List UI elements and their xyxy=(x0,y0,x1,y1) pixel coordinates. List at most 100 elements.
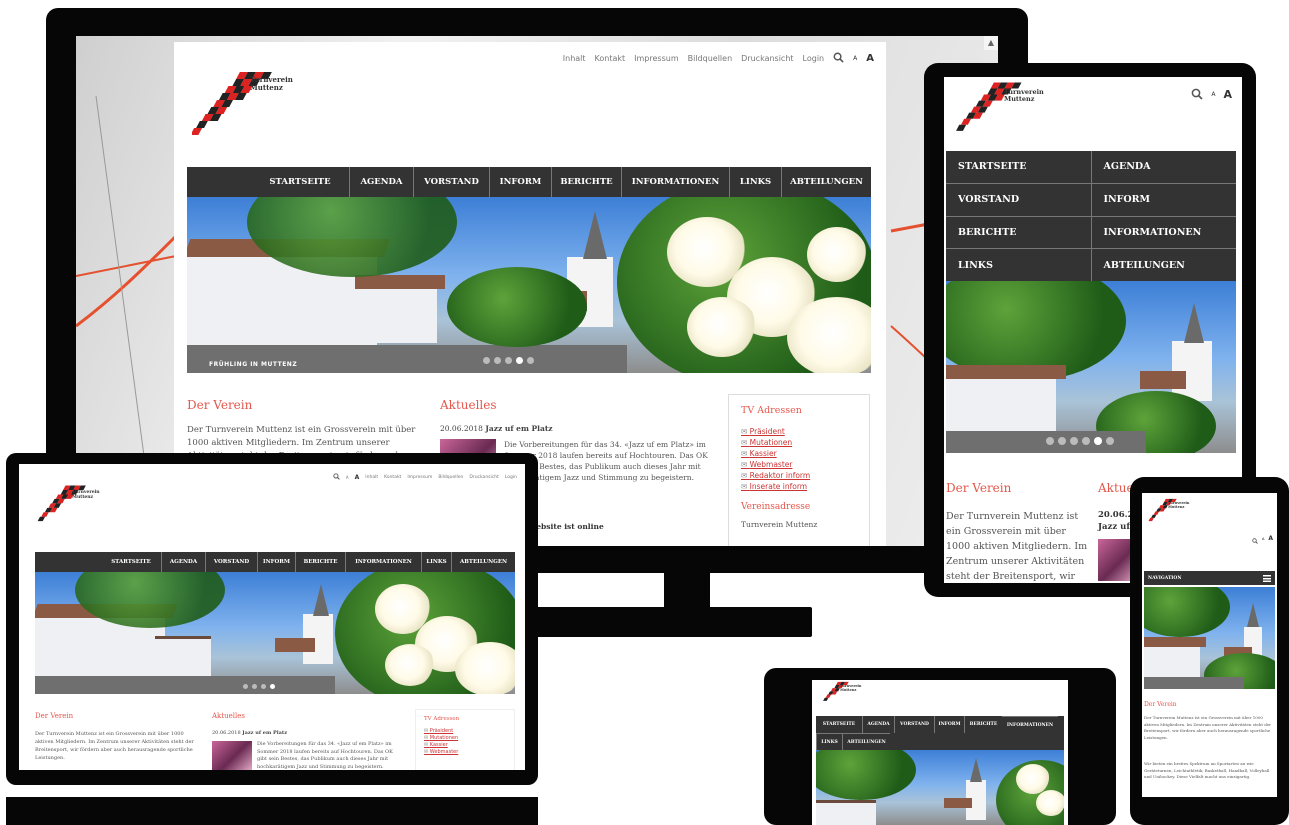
navigation-label: NAVIGATION xyxy=(1148,575,1182,581)
aktuelles-date: 20.06.2018 Jazz uf em Platz xyxy=(212,730,288,736)
search-icon[interactable] xyxy=(833,52,844,65)
sidebar-link-mutationen[interactable]: ✉ Mutationen xyxy=(424,735,506,742)
nav-links[interactable]: LINKS xyxy=(421,552,451,572)
topnav-kontakt[interactable]: Kontakt xyxy=(384,475,401,480)
search-icon[interactable] xyxy=(1191,85,1203,104)
slider-dots[interactable] xyxy=(243,684,275,689)
tablet-landscape-logo[interactable]: Turnverein Muttenz xyxy=(816,680,866,720)
sidebar-link-kassier[interactable]: ✉ Kassier xyxy=(424,742,506,749)
sidebar-title: TV Adressen xyxy=(424,716,460,722)
nav-berichte[interactable]: BERICHTE xyxy=(295,552,345,572)
nav-abteilungen[interactable]: ABTEILUNGEN xyxy=(1091,249,1236,281)
nav-agenda[interactable]: AGENDA xyxy=(1091,151,1236,183)
nav-informationen[interactable]: INFORMATIONEN xyxy=(621,167,729,197)
sidebar-link-webmaster[interactable]: ✉ Webmaster xyxy=(741,459,857,470)
logo-text: Turnverein Muttenz xyxy=(1168,501,1190,509)
nav-berichte[interactable]: BERICHTE xyxy=(946,216,1091,249)
nav-startseite[interactable]: STARTSEITE xyxy=(101,552,161,572)
nav-vorstand[interactable]: VORSTAND xyxy=(205,552,257,572)
laptop-hero-image xyxy=(35,572,515,694)
font-decrease-button[interactable]: A xyxy=(1211,91,1215,98)
slider-dots[interactable] xyxy=(483,357,534,364)
nav-vorstand[interactable]: VORSTAND xyxy=(946,183,1091,216)
nav-inform[interactable]: INFORM xyxy=(1091,183,1236,216)
verein-heading: Der Verein xyxy=(187,398,253,412)
nav-agenda[interactable]: AGENDA xyxy=(161,552,205,572)
sidebar-link-webmaster[interactable]: ✉ Webmaster xyxy=(424,749,506,756)
font-decrease-button[interactable]: A xyxy=(853,55,857,62)
aktuelles-headline[interactable]: Jazz uf em Platz xyxy=(242,730,287,736)
search-icon[interactable] xyxy=(1252,529,1258,548)
desktop-stand-foot xyxy=(516,607,812,637)
nav-inform[interactable]: INFORM xyxy=(489,167,551,197)
nav-startseite[interactable]: STARTSEITE xyxy=(251,167,349,197)
phone-hero-image xyxy=(1144,587,1275,689)
desktop-hero-image: FRÜHLING IN MUTTENZ xyxy=(187,197,871,373)
topnav-kontakt[interactable]: Kontakt xyxy=(595,54,626,63)
laptop-top-nav: A A Inhalt Kontakt Impressum Bildquellen… xyxy=(333,473,517,482)
laptop-logo[interactable]: Turnverein Muttenz xyxy=(35,482,105,540)
nav-inform[interactable]: INFORM xyxy=(934,716,964,733)
nav-informationen[interactable]: INFORMATIONEN xyxy=(1002,716,1058,733)
sidebar-link-praesident[interactable]: ✉ Präsident xyxy=(424,728,506,735)
nav-berichte[interactable]: BERICHTE xyxy=(551,167,621,197)
nav-abteilungen[interactable]: ABTEILUNGEN xyxy=(842,733,890,750)
nav-startseite[interactable]: STARTSEITE xyxy=(816,716,862,733)
desktop-stand-neck xyxy=(664,573,710,607)
sidebar-link-mutationen[interactable]: ✉ Mutationen xyxy=(741,437,857,448)
topnav-bildquellen[interactable]: Bildquellen xyxy=(688,54,733,63)
topnav-inhalt[interactable]: Inhalt xyxy=(365,475,378,480)
logo-text: Turnverein Muttenz xyxy=(840,684,862,692)
mail-icon: ✉ xyxy=(741,427,750,436)
nav-links[interactable]: LINKS xyxy=(946,249,1091,281)
sidebar-link-kassier[interactable]: ✉ Kassier xyxy=(741,448,857,459)
font-decrease-button[interactable]: A xyxy=(346,475,349,480)
sidebar-link-redaktor[interactable]: ✉ Redaktor inform xyxy=(741,470,857,481)
topnav-inhalt[interactable]: Inhalt xyxy=(563,54,586,63)
nav-informationen[interactable]: INFORMATIONEN xyxy=(345,552,421,572)
slider-dots[interactable] xyxy=(1046,437,1114,445)
nav-vorstand[interactable]: VORSTAND xyxy=(894,716,934,733)
topnav-impressum[interactable]: Impressum xyxy=(634,54,678,63)
topnav-druckansicht[interactable]: Druckansicht xyxy=(469,475,498,480)
nav-informationen[interactable]: INFORMATIONEN xyxy=(1091,216,1236,249)
nav-links[interactable]: LINKS xyxy=(729,167,781,197)
topnav-login[interactable]: Login xyxy=(803,54,825,63)
nav-berichte[interactable]: BERICHTE xyxy=(964,716,1002,733)
font-increase-button[interactable]: A xyxy=(1268,535,1273,542)
font-increase-button[interactable]: A xyxy=(355,474,360,481)
nav-startseite[interactable]: STARTSEITE xyxy=(946,151,1091,183)
laptop-screen: A A Inhalt Kontakt Impressum Bildquellen… xyxy=(19,464,525,770)
search-icon[interactable] xyxy=(333,473,340,482)
topnav-druckansicht[interactable]: Druckansicht xyxy=(741,54,793,63)
nav-agenda[interactable]: AGENDA xyxy=(349,167,413,197)
font-increase-button[interactable]: A xyxy=(866,53,874,64)
tablet-logo[interactable]: Turnverein Muttenz xyxy=(950,79,1050,155)
topnav-login[interactable]: Login xyxy=(505,475,517,480)
topnav-impressum[interactable]: Impressum xyxy=(407,475,432,480)
aktuelles-headline[interactable]: Jazz uf em Platz xyxy=(485,424,552,433)
desktop-logo[interactable]: Turnverein Muttenz xyxy=(190,68,302,156)
phone-tools: A A xyxy=(1252,529,1273,548)
nav-abteilungen[interactable]: ABTEILUNGEN xyxy=(781,167,871,197)
nav-abteilungen[interactable]: ABTEILUNGEN xyxy=(451,552,515,572)
scroll-up-icon[interactable]: ▲ xyxy=(984,36,998,50)
font-decrease-button[interactable]: A xyxy=(1262,537,1264,541)
font-increase-button[interactable]: A xyxy=(1223,88,1232,101)
nav-links[interactable]: LINKS xyxy=(816,733,842,750)
responsive-mockup: Inhalt Kontakt Impressum Bildquellen Dru… xyxy=(0,0,1289,825)
nav-agenda[interactable]: AGENDA xyxy=(862,716,894,733)
tablet-main-nav: STARTSEITE AGENDA VORSTAND INFORM BERICH… xyxy=(946,151,1236,281)
hamburger-menu-icon[interactable] xyxy=(1263,574,1271,582)
laptop-base xyxy=(6,797,538,825)
sidebar-link-praesident[interactable]: ✉ Präsident xyxy=(741,426,857,437)
laptop-sidebar: TV Adressen ✉ Präsident ✉ Mutationen ✉ K… xyxy=(415,709,515,770)
phone-nav-toggle[interactable]: NAVIGATION xyxy=(1144,571,1275,585)
phone-logo[interactable]: Turnverein Muttenz xyxy=(1144,495,1194,539)
sidebar-link-inserate[interactable]: ✉ Inserate inform xyxy=(741,481,857,492)
nav-inform[interactable]: INFORM xyxy=(257,552,295,572)
nav-vorstand[interactable]: VORSTAND xyxy=(413,167,489,197)
topnav-bildquellen[interactable]: Bildquellen xyxy=(438,475,463,480)
smartphone-screen: Turnverein Muttenz A A NAVIGATION Der Ve… xyxy=(1142,493,1277,797)
news-thumbnail[interactable] xyxy=(212,741,252,770)
